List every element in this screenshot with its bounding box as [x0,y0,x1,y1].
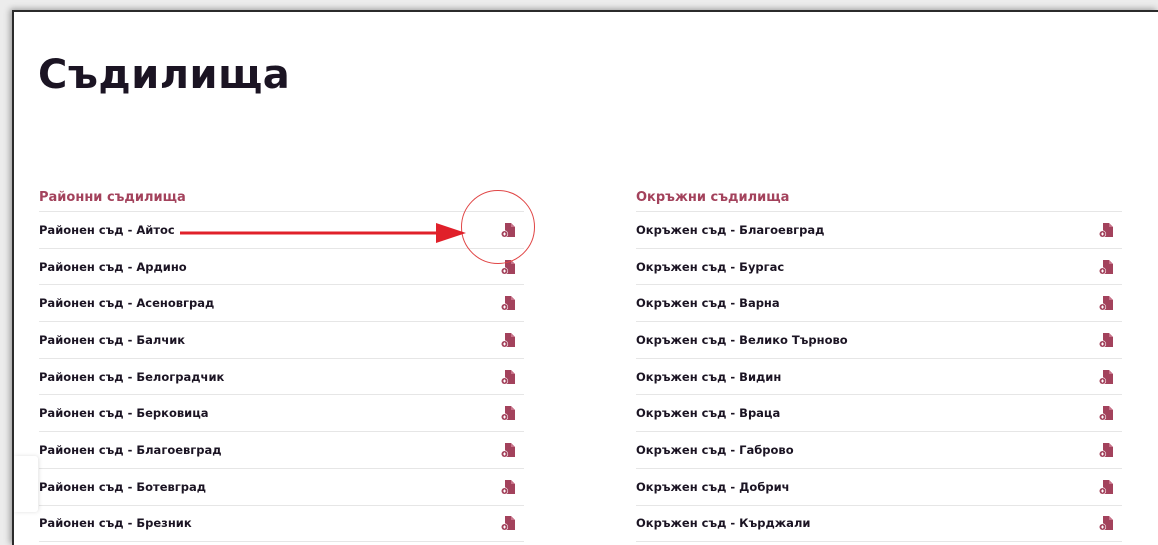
document-download-icon[interactable] [1098,479,1114,495]
list-item[interactable]: Окръжен съд - Добрич [636,469,1122,506]
document-download-icon[interactable] [500,405,516,421]
document-download-icon[interactable] [500,479,516,495]
document-download-icon[interactable] [1098,515,1114,531]
court-name[interactable]: Районен съд - Балчик [39,333,185,347]
court-name[interactable]: Окръжен съд - Бургас [636,260,784,274]
court-name[interactable]: Районен съд - Брезник [39,516,192,530]
document-download-icon[interactable] [500,515,516,531]
list-item[interactable]: Окръжен съд - Велико Търново [636,322,1122,359]
court-name[interactable]: Районен съд - Благоевград [39,443,222,457]
document-download-icon[interactable] [500,332,516,348]
district-courts-list: Районен съд - Айтос Районен съд - Ардино… [39,212,524,543]
court-name[interactable]: Окръжен съд - Добрич [636,480,790,494]
court-name[interactable]: Районен съд - Ардино [39,260,187,274]
list-item[interactable]: Районен съд - Айтос [39,212,524,249]
list-item[interactable]: Окръжен съд - Враца [636,395,1122,433]
court-name[interactable]: Окръжен съд - Велико Търново [636,333,848,347]
list-item[interactable]: Окръжен съд - Благоевград [636,212,1122,249]
list-item[interactable]: Районен съд - Берковица [39,395,524,433]
list-item[interactable]: Окръжен съд - Бургас [636,249,1122,286]
document-download-icon[interactable] [1098,295,1114,311]
page-frame: Съдилища Районни съдилища Районен съд - … [12,10,1158,545]
court-name[interactable]: Районен съд - Асеновград [39,296,214,310]
list-item[interactable]: Районен съд - Благоевград [39,432,524,469]
side-tab[interactable] [14,456,38,512]
court-name[interactable]: Районен съд - Берковица [39,406,209,420]
court-name[interactable]: Окръжен съд - Варна [636,296,780,310]
document-download-icon[interactable] [1098,369,1114,385]
court-name[interactable]: Окръжен съд - Видин [636,370,781,384]
list-item[interactable]: Окръжен съд - Габрово [636,432,1122,469]
document-download-icon[interactable] [1098,259,1114,275]
document-download-icon[interactable] [500,442,516,458]
court-name[interactable]: Окръжен съд - Враца [636,406,780,420]
court-name[interactable]: Районен съд - Белоградчик [39,370,224,384]
list-item[interactable]: Районен съд - Белоградчик [39,359,524,396]
court-name[interactable]: Окръжен съд - Благоевград [636,223,824,237]
list-item[interactable]: Окръжен съд - Варна [636,285,1122,323]
regional-courts-column: Окръжни съдилища Окръжен съд - Благоевгр… [636,188,1122,543]
document-download-icon[interactable] [1098,222,1114,238]
court-name[interactable]: Окръжен съд - Габрово [636,443,794,457]
court-name[interactable]: Районен съд - Ботевград [39,480,206,494]
regional-courts-heading: Окръжни съдилища [636,188,1122,212]
list-item[interactable]: Районен съд - Балчик [39,322,524,359]
list-item[interactable]: Районен съд - Ботевград [39,469,524,506]
court-name[interactable]: Районен съд - Айтос [39,223,175,237]
regional-courts-list: Окръжен съд - Благоевград Окръжен съд - … [636,212,1122,543]
document-download-icon[interactable] [1098,332,1114,348]
list-item[interactable]: Окръжен съд - Видин [636,359,1122,396]
document-download-icon[interactable] [1098,442,1114,458]
list-item[interactable]: Районен съд - Асеновград [39,285,524,323]
list-item[interactable]: Окръжен съд - Кърджали [636,506,1122,543]
court-name[interactable]: Окръжен съд - Кърджали [636,516,810,530]
district-courts-heading: Районни съдилища [39,188,524,212]
page-title: Съдилища [38,52,291,98]
district-courts-column: Районни съдилища Районен съд - Айтос Рай… [39,188,524,543]
document-download-icon[interactable] [500,369,516,385]
list-item[interactable]: Районен съд - Ардино [39,249,524,286]
document-download-icon[interactable] [1098,405,1114,421]
list-item[interactable]: Районен съд - Брезник [39,506,524,543]
document-download-icon[interactable] [500,295,516,311]
annotation-circle [461,190,535,264]
